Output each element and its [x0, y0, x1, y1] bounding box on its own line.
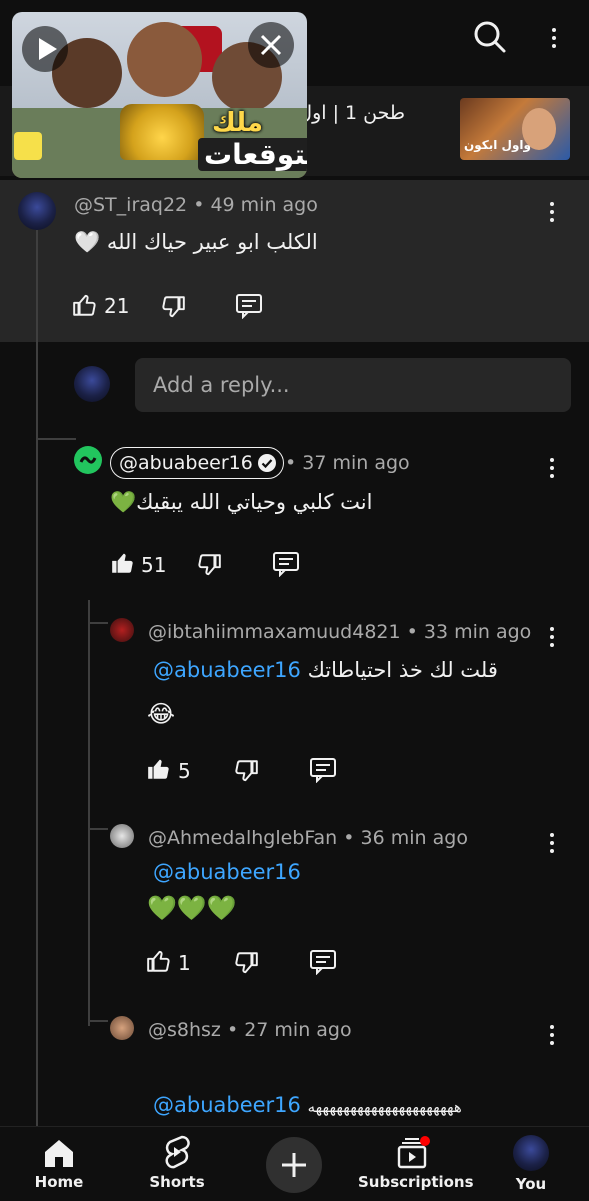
shorts-icon: [165, 1135, 190, 1169]
dice-graphic: [14, 132, 42, 160]
comment-text: الكلب ابو عبير حياك الله 🤍: [74, 230, 318, 254]
thumb-down-icon[interactable]: [160, 294, 186, 320]
create-icon: [282, 1153, 306, 1177]
avatar[interactable]: [110, 618, 134, 642]
avatar[interactable]: [110, 824, 134, 848]
comment-menu-icon[interactable]: [540, 198, 564, 226]
thread-line-nested: [88, 600, 90, 1026]
reply-handle[interactable]: @s8hsz: [148, 1019, 221, 1041]
search-icon[interactable]: [473, 20, 507, 54]
nav-shorts-label: Shorts: [149, 1173, 205, 1191]
nav-subscriptions-label: Subscriptions: [358, 1173, 474, 1191]
thumb-down-icon[interactable]: [233, 950, 259, 976]
reply-handle: @abuabeer16: [119, 452, 253, 474]
miniplayer-title-line1: ملك: [212, 108, 263, 138]
avatar[interactable]: [18, 192, 56, 230]
separator-dot: •: [337, 827, 361, 849]
reply-menu-icon[interactable]: [540, 1021, 564, 1049]
creator-handle-badge[interactable]: @abuabeer16: [110, 447, 284, 479]
separator-dot: •: [400, 621, 424, 643]
my-avatar: [74, 366, 110, 402]
like-count: 21: [104, 294, 130, 318]
separator-dot: •: [285, 452, 303, 474]
reply-text: انت كلبي وحياتي الله يبقيك💚: [110, 490, 373, 514]
reply-icon[interactable]: [235, 293, 263, 319]
miniplayer-person-center: [127, 22, 202, 97]
thread-line-main: [36, 230, 38, 1126]
reply-time: 36 min ago: [360, 827, 468, 849]
thumb-up-icon[interactable]: [110, 550, 136, 576]
reply-time: 33 min ago: [423, 621, 532, 643]
reply-text-line: @abuabeer16 قلت لك خذ احتياطاتك: [153, 658, 498, 682]
create-button[interactable]: [266, 1137, 322, 1193]
reply-text: قلت لك خذ احتياطاتك: [307, 658, 498, 682]
subscriptions-icon: [397, 1136, 430, 1169]
mention-link[interactable]: @abuabeer16: [153, 860, 301, 884]
video-row-title: طحن 1 | اول: [298, 102, 405, 124]
video-thumbnail[interactable]: واول ابكون: [460, 98, 570, 160]
reply-menu-icon[interactable]: [540, 829, 564, 857]
thumb-up-icon[interactable]: [72, 292, 98, 318]
reply-menu-icon[interactable]: [540, 623, 564, 651]
reply-menu-icon[interactable]: [540, 454, 564, 482]
thread-connector-3: [88, 828, 108, 830]
thumbnail-caption: واول ابكون: [464, 138, 531, 152]
nav-you[interactable]: You: [498, 1131, 564, 1197]
reply-meta: • 37 min ago: [285, 452, 410, 474]
reply-meta: @s8hsz • 27 min ago: [148, 1019, 352, 1041]
parent-comment: @ST_iraq22 • 49 min ago الكلب ابو عبير ح…: [0, 180, 589, 342]
reply-placeholder: Add a reply...: [153, 373, 290, 397]
reply-time: 27 min ago: [244, 1019, 352, 1041]
thumb-up-icon[interactable]: [146, 756, 172, 782]
avatar: [513, 1135, 549, 1171]
crown-graphic: [120, 104, 204, 160]
verified-icon: [257, 453, 277, 473]
comment-meta: @ST_iraq22 • 49 min ago: [74, 194, 318, 216]
avatar[interactable]: [74, 446, 102, 474]
like-count: 51: [141, 553, 167, 577]
miniplayer-title-line2: التوقعات: [198, 138, 307, 171]
reply-handle[interactable]: @AhmedalhglebFan: [148, 827, 337, 849]
thumb-down-icon[interactable]: [233, 758, 259, 784]
mention-link[interactable]: @abuabeer16: [153, 658, 301, 682]
comment-handle[interactable]: @ST_iraq22: [74, 194, 187, 216]
separator-dot: •: [193, 194, 211, 216]
separator-dot: •: [220, 1019, 245, 1041]
like-count: 5: [178, 759, 191, 783]
nav-subscriptions[interactable]: Subscriptions: [358, 1131, 474, 1197]
play-icon[interactable]: [22, 26, 68, 72]
reply-icon[interactable]: [309, 757, 337, 783]
thread-connector-1: [36, 438, 76, 440]
reply-handle[interactable]: @ibtahiimmaxamuud4821: [148, 621, 401, 643]
avatar[interactable]: [110, 1016, 134, 1040]
nav-shorts[interactable]: Shorts: [138, 1131, 216, 1197]
reply-emoji: 😂: [147, 700, 176, 728]
thumb-down-icon[interactable]: [196, 552, 222, 578]
nav-home[interactable]: Home: [20, 1131, 98, 1197]
miniplayer[interactable]: ملك التوقعات: [12, 12, 307, 178]
close-icon[interactable]: [248, 22, 294, 68]
reply-time: 37 min ago: [302, 452, 410, 474]
reply-icon[interactable]: [309, 949, 337, 975]
home-icon: [45, 1140, 73, 1167]
comment-time: 49 min ago: [210, 194, 318, 216]
thread-connector-2: [88, 622, 108, 624]
reply-meta: @AhmedalhglebFan • 36 min ago: [148, 827, 468, 849]
bottom-nav: Home Shorts Subscriptions You: [0, 1126, 589, 1201]
nav-you-label: You: [515, 1175, 547, 1193]
thread-connector-4: [88, 1020, 108, 1022]
reply-emoji: 💚💚💚: [147, 894, 237, 922]
mention-link[interactable]: @abuabeer16: [153, 1093, 301, 1117]
reply-text: هههههههههههههههههههههه: [307, 1098, 462, 1116]
thumb-up-icon[interactable]: [146, 948, 172, 974]
like-count: 1: [178, 951, 191, 975]
reply-meta: @ibtahiimmaxamuud4821 • 33 min ago: [148, 621, 531, 643]
more-vert-icon[interactable]: [542, 24, 566, 52]
reply-input[interactable]: Add a reply...: [135, 358, 571, 412]
reply-text-line: @abuabeer16 هههههههههههههههههههههه: [153, 1093, 462, 1117]
reply-icon[interactable]: [272, 551, 300, 577]
nav-home-label: Home: [34, 1173, 84, 1191]
